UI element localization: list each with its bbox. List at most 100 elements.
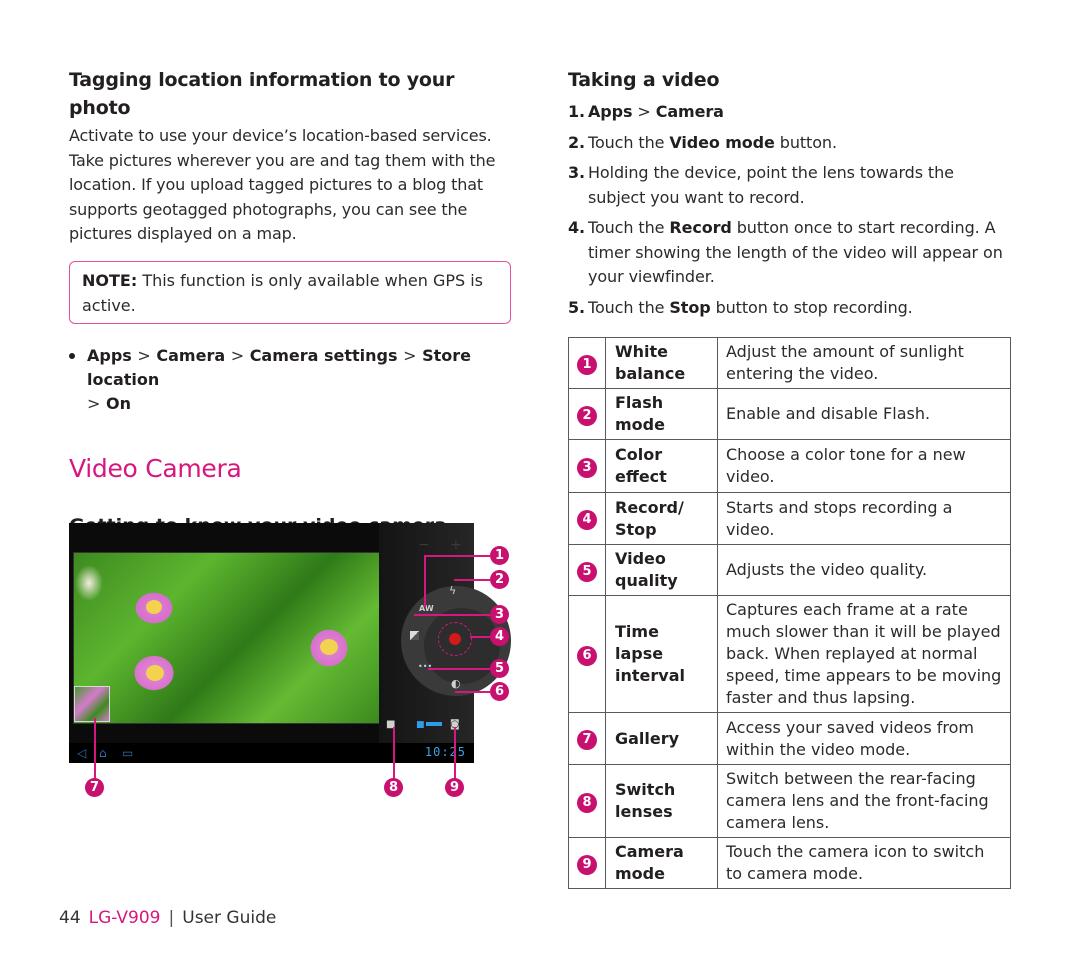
callout-leader (428, 668, 490, 670)
number-badge: 1 (577, 354, 597, 375)
table-row: 2 Flash mode Enable and disable Flash. (568, 388, 1011, 440)
step-text: Touch the (588, 218, 670, 237)
status-clock: 10:25 (424, 745, 466, 759)
mode-toggle-slider[interactable] (426, 722, 442, 726)
feature-name: Gallery (605, 712, 718, 765)
path-item: On (105, 393, 131, 413)
recent-apps-icon[interactable]: ▭ (122, 746, 133, 760)
table-row: 5 Video quality Adjusts the video quality. (568, 544, 1011, 596)
step-number: 4. (568, 218, 586, 237)
step-bold: Apps (588, 102, 633, 121)
number-badge: 4 (577, 510, 597, 530)
tagging-body: Activate to use your device’s location-b… (69, 126, 496, 243)
callout-leader (455, 691, 490, 693)
step-text: Holding the device, point the lens towar… (588, 163, 954, 207)
bullet-icon (69, 352, 75, 359)
feature-description: Starts and stops recording a video. (717, 492, 1011, 545)
callout-badge: 4 (490, 627, 509, 646)
tagging-heading: Tagging location information to your pho… (69, 69, 455, 119)
callout-leader (454, 727, 456, 779)
color-effect-icon[interactable] (410, 631, 419, 640)
system-nav-bar: ◁ ⌂ ▭ 10:25 (69, 743, 474, 763)
row-number-cell: 2 (568, 388, 606, 440)
callout-badge: 2 (490, 570, 509, 589)
path-separator: > (632, 102, 656, 121)
table-row: 9 Camera mode Touch the camera icon to swi… (568, 837, 1011, 889)
flash-icon[interactable]: ϟ (449, 585, 456, 596)
table-row: 8 Switch lenses Switch between the rear-fa… (568, 764, 1011, 838)
step-item: 2. Touch the Video mode button. (568, 131, 1012, 156)
taking-video-heading: Taking a video (568, 69, 720, 91)
step-bold: Stop (669, 297, 711, 317)
table-row: 3 Color effect Choose a color tone for a n… (568, 439, 1011, 493)
feature-description: Adjusts the video quality. (717, 544, 1011, 596)
guide-label: User Guide (182, 908, 277, 928)
step-bold: Record (669, 218, 732, 237)
number-badge: 5 (577, 561, 597, 582)
note-box: NOTE: This function is only available wh… (69, 260, 511, 324)
table-row: 1 White balance Adjust the amount of sunli… (568, 337, 1011, 389)
row-number-cell: 4 (568, 492, 606, 545)
feature-description: Captures each frame at a rate much slowe… (717, 595, 1011, 713)
step-item: 1. Apps > Camera (568, 100, 1012, 125)
step-item: 4. Touch the Record button once to start … (568, 216, 1012, 290)
number-badge: 3 (577, 457, 597, 478)
feature-description: Adjust the amount of sunlight entering t… (717, 337, 1011, 389)
zoom-in-icon[interactable]: + (450, 537, 462, 553)
step-item: 5. Touch the Stop button to stop recordin… (568, 296, 1012, 321)
row-number-cell: 5 (568, 544, 606, 596)
row-number-cell: 3 (568, 439, 606, 493)
video-quality-icon[interactable]: ••• (418, 661, 432, 672)
back-icon[interactable]: ◁ (77, 746, 86, 760)
callout-leader (414, 614, 490, 616)
record-button[interactable] (449, 633, 461, 645)
callout-leader (424, 555, 426, 607)
footer-separator: | (168, 908, 175, 928)
callout-badge: 5 (490, 659, 509, 678)
feature-name: White balance (605, 337, 718, 389)
feature-name: Video quality (605, 544, 718, 596)
number-badge: 6 (577, 645, 597, 666)
flower-center (320, 639, 338, 655)
time-lapse-icon[interactable]: ◐ (451, 678, 461, 689)
model-name: LG-V909 (88, 908, 161, 928)
step-text: Touch the (588, 132, 670, 152)
callout-leader (470, 636, 490, 638)
step-bold: Camera (655, 102, 724, 121)
step-item: 3. Holding the device, point the lens tow… (568, 161, 1012, 210)
callout-badge: 8 (384, 778, 403, 797)
home-icon[interactable]: ⌂ (99, 746, 107, 760)
number-badge: 7 (577, 730, 597, 750)
step-number: 2. (568, 132, 586, 152)
feature-name: Time lapse interval (605, 595, 718, 713)
section-title: Video Camera (69, 453, 242, 483)
video-mode-icon[interactable]: ■ (416, 720, 425, 731)
callout-badge: 9 (445, 778, 464, 797)
path-separator: > (230, 345, 245, 365)
feature-description: Access your saved videos from within the… (717, 712, 1011, 765)
row-number-cell: 1 (568, 337, 606, 389)
page-number: 44 (59, 908, 81, 928)
row-number-cell: 8 (568, 764, 606, 838)
row-number-cell: 6 (568, 595, 606, 713)
gallery-thumbnail[interactable] (74, 686, 110, 722)
white-balance-icon[interactable]: AW (419, 603, 434, 614)
row-number-cell: 7 (568, 712, 606, 765)
callout-badge: 3 (490, 605, 509, 624)
table-row: 7 Gallery Access your saved videos from wi… (568, 712, 1011, 765)
steps-list: 1. Apps > Camera 2. Touch the Video mode b… (568, 100, 1012, 320)
table-row: 6 Time lapse interval Captures each frame … (568, 595, 1011, 713)
note-label: NOTE: (82, 270, 138, 290)
zoom-out-icon[interactable]: − (418, 537, 430, 553)
callout-leader (454, 579, 490, 581)
callout-leader (424, 555, 490, 557)
callout-leader (393, 727, 395, 779)
path-separator: > (403, 345, 417, 365)
table-row: 4 Record/ Stop Starts and stops recording … (568, 492, 1011, 545)
feature-name: Camera mode (605, 837, 718, 889)
number-badge: 9 (577, 854, 597, 875)
viewfinder-screenshot: − + AW ϟ ••• ◐ ■ ■ ◙ ◁ ⌂ ▭ 10:25 (69, 523, 511, 763)
right-column: Taking a video 1. Apps > Camera 2. Touch t… (568, 66, 1012, 889)
feature-name: Switch lenses (605, 764, 718, 838)
flower-center (146, 600, 162, 614)
